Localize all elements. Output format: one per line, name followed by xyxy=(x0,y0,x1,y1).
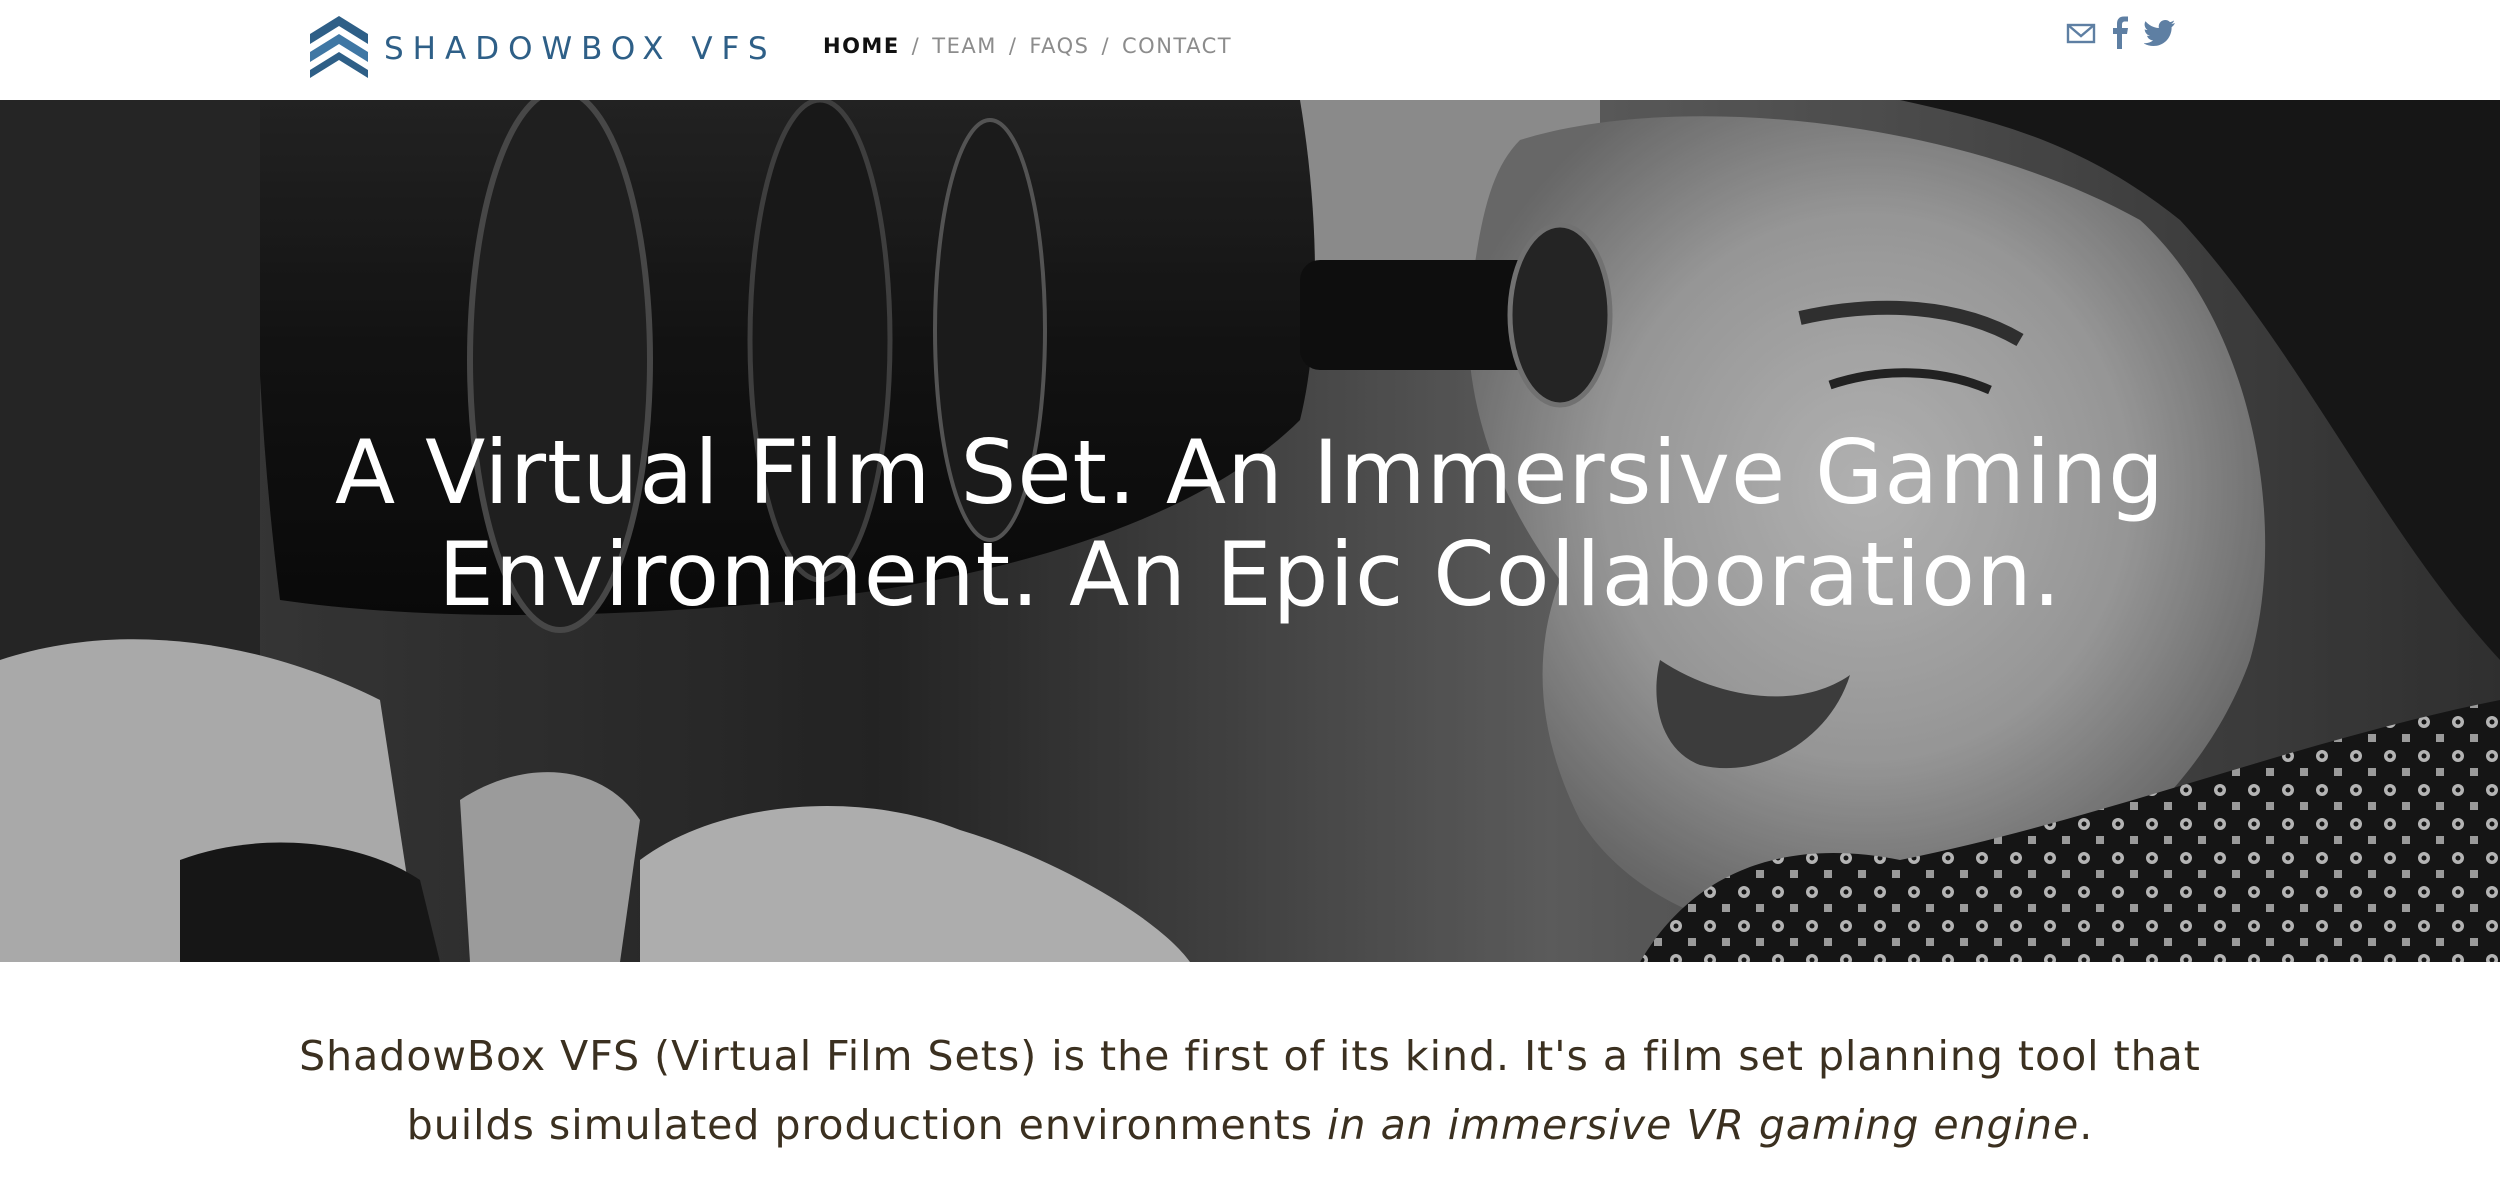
site-header: SHADOWBOX VFS HOME / TEAM / FAQS / CONTA… xyxy=(0,0,2500,100)
social-links xyxy=(2066,16,2176,50)
main-nav: HOME / TEAM / FAQS / CONTACT xyxy=(823,34,1232,58)
brand-logo[interactable]: SHADOWBOX VFS xyxy=(308,14,777,80)
brand-name: SHADOWBOX VFS xyxy=(384,31,777,67)
chevron-stack-logo-icon xyxy=(310,16,368,78)
nav-separator: / xyxy=(1101,34,1111,58)
facebook-icon[interactable] xyxy=(2110,16,2130,50)
intro-end: . xyxy=(2079,1101,2094,1149)
nav-item-home[interactable]: HOME xyxy=(823,34,900,58)
nav-item-faqs[interactable]: FAQS xyxy=(1029,34,1089,58)
nav-item-team[interactable]: TEAM xyxy=(932,34,997,58)
nav-separator: / xyxy=(1008,34,1018,58)
twitter-icon[interactable] xyxy=(2144,19,2176,47)
hero-headline: A Virtual Film Set. An Immersive Gaming … xyxy=(334,421,2166,626)
nav-item-contact[interactable]: CONTACT xyxy=(1122,34,1232,58)
hero-banner: A Virtual Film Set. An Immersive Gaming … xyxy=(0,100,2500,962)
nav-separator: / xyxy=(911,34,921,58)
mail-icon[interactable] xyxy=(2066,18,2096,48)
intro-paragraph: ShadowBox VFS (Virtual Film Sets) is the… xyxy=(280,1022,2220,1160)
intro-emphasis: in an immersive VR gaming engine xyxy=(1327,1101,2080,1149)
